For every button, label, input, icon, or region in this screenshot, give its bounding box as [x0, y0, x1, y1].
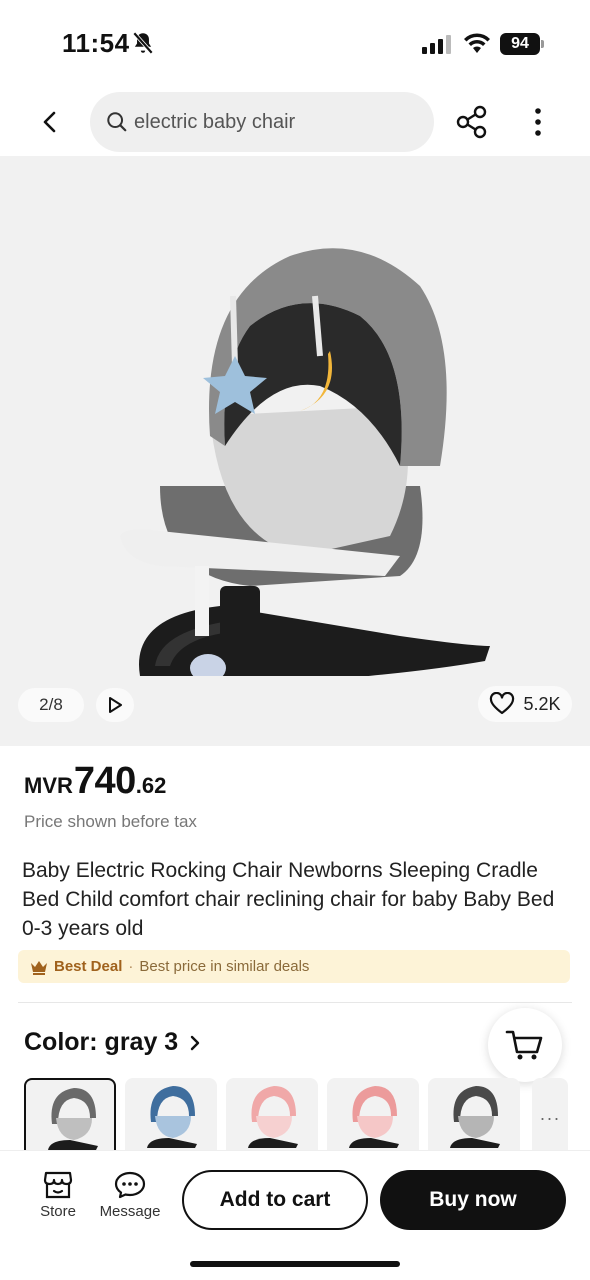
home-indicator	[190, 1261, 400, 1267]
crown-icon	[31, 960, 47, 975]
wifi-icon	[464, 33, 490, 53]
color-swatches: ···	[24, 1078, 590, 1150]
swatch-thumbnail	[248, 1086, 298, 1148]
color-swatch-dark-gray[interactable]	[428, 1078, 520, 1150]
swatch-thumbnail	[349, 1086, 399, 1148]
best-deal-text: Best price in similar deals	[139, 958, 310, 975]
best-deal-banner[interactable]: Best Deal · Best price in similar deals	[18, 950, 570, 983]
swatch-thumbnail	[450, 1086, 500, 1148]
best-deal-separator: ·	[128, 958, 134, 975]
bell-off-icon	[132, 31, 154, 55]
product-image-gallery[interactable]: 2/8 5.2K	[0, 156, 590, 746]
swatch-thumbnail	[48, 1088, 98, 1150]
search-query: electric baby chair	[134, 110, 296, 133]
more-vertical-icon[interactable]	[524, 104, 552, 140]
price-main: 740	[73, 760, 136, 802]
play-icon	[109, 697, 122, 713]
battery-icon: 94	[500, 33, 544, 55]
status-bar: 11:54 94	[0, 0, 590, 88]
buy-now-button[interactable]: Buy now	[380, 1170, 566, 1230]
play-video-button[interactable]	[96, 688, 134, 722]
message-label: Message	[99, 1203, 161, 1220]
store-icon	[43, 1171, 73, 1199]
like-button[interactable]: 5.2K	[478, 686, 572, 722]
search-header: electric baby chair	[0, 88, 590, 156]
gallery-page-indicator: 2/8	[18, 688, 84, 722]
cart-icon	[505, 1030, 543, 1060]
add-to-cart-button[interactable]: Add to cart	[182, 1170, 368, 1230]
chevron-right-icon	[191, 1035, 200, 1050]
back-arrow-icon	[43, 111, 56, 133]
color-selector-header[interactable]: Color: gray 3	[24, 1028, 202, 1057]
heart-icon	[490, 692, 515, 715]
search-icon	[107, 112, 127, 132]
product-price: MVR 740 .62	[24, 760, 166, 803]
color-swatch-pink-2[interactable]	[327, 1078, 419, 1150]
color-label: Color: gray 3	[24, 1028, 179, 1056]
floating-cart-button[interactable]	[488, 1008, 562, 1082]
like-count: 5.2K	[523, 693, 561, 714]
store-button[interactable]: Store	[23, 1171, 93, 1220]
divider	[18, 1002, 572, 1003]
best-deal-label: Best Deal	[54, 958, 123, 975]
bottom-action-bar: Store Message Add to cart Buy now	[0, 1150, 590, 1280]
signal-icon	[422, 35, 451, 54]
swatch-thumbnail	[147, 1086, 197, 1148]
store-label: Store	[40, 1203, 76, 1220]
back-button[interactable]	[30, 102, 70, 142]
price-currency: MVR	[24, 773, 73, 798]
price-decimal: .62	[135, 773, 167, 798]
color-swatch-blue[interactable]	[125, 1078, 217, 1150]
color-swatch-gray[interactable]	[24, 1078, 116, 1150]
message-icon	[114, 1171, 146, 1199]
tax-note: Price shown before tax	[24, 812, 197, 831]
product-title: Baby Electric Rocking Chair Newborns Sle…	[22, 859, 555, 940]
more-colors-button[interactable]: ···	[532, 1078, 568, 1150]
search-input[interactable]: electric baby chair	[90, 92, 434, 152]
product-image	[120, 248, 490, 676]
status-time: 11:54	[62, 28, 130, 58]
color-swatch-pink[interactable]	[226, 1078, 318, 1150]
message-button[interactable]: Message	[95, 1171, 165, 1220]
share-icon[interactable]	[454, 104, 490, 140]
